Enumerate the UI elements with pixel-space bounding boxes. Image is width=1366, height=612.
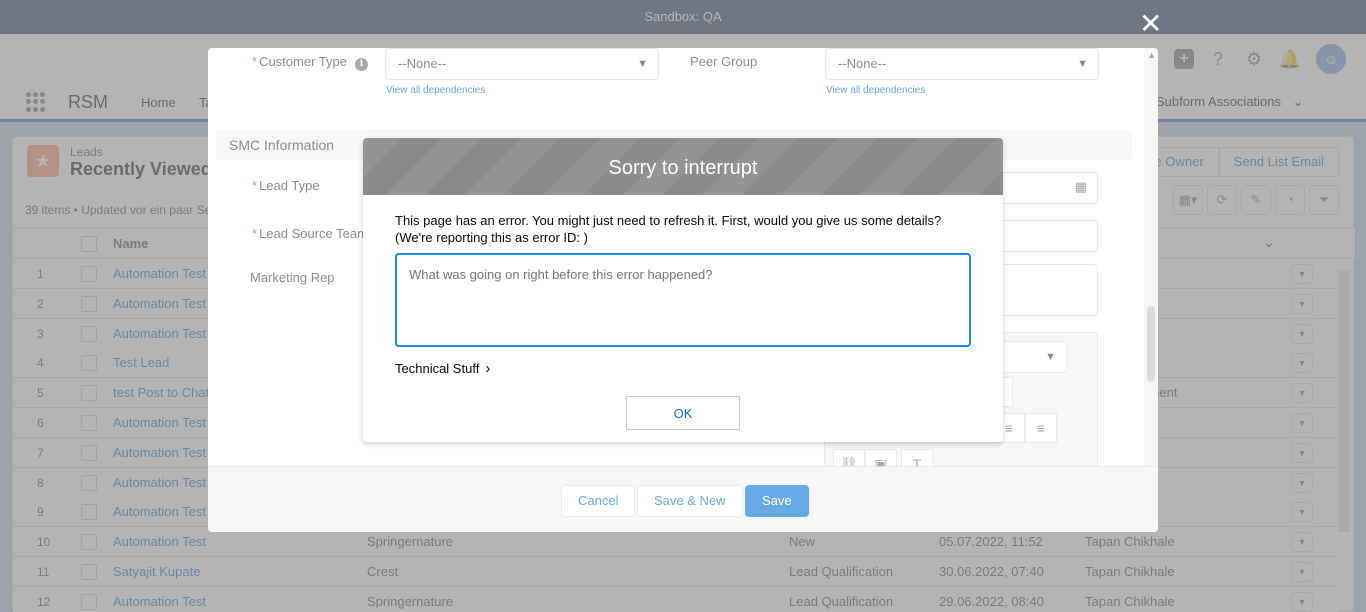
error-message: This page has an error. You might just n… bbox=[395, 212, 975, 246]
ok-button[interactable]: OK bbox=[626, 396, 740, 430]
chevron-right-icon: › bbox=[485, 360, 491, 377]
technical-stuff-label: Technical Stuff bbox=[395, 361, 480, 376]
technical-stuff-toggle[interactable]: Technical Stuff › bbox=[395, 360, 490, 377]
error-dialog: Sorry to interrupt This page has an erro… bbox=[363, 138, 1003, 442]
error-message-line-1: This page has an error. You might just n… bbox=[395, 213, 942, 228]
error-details-textarea[interactable] bbox=[395, 253, 971, 347]
error-dialog-title: Sorry to interrupt bbox=[363, 138, 1003, 195]
error-message-line-2: (We're reporting this as error ID: ) bbox=[395, 230, 588, 245]
